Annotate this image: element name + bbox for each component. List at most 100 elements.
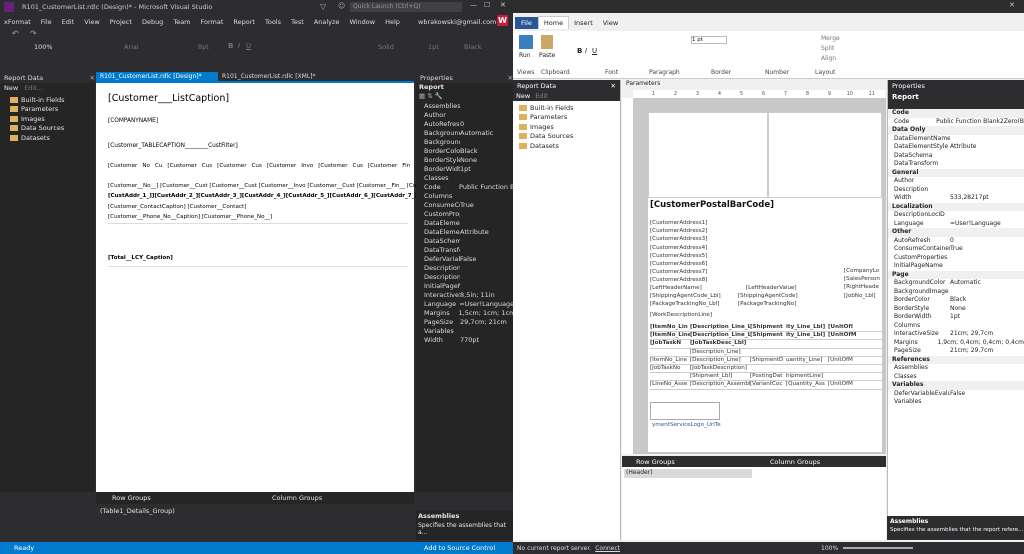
ribbon-tab-insert[interactable]: Insert bbox=[569, 17, 598, 29]
property-row[interactable]: BackgroundImage bbox=[888, 288, 1024, 297]
edit-button[interactable]: Edit... bbox=[24, 84, 43, 92]
property-row[interactable]: Assemblies bbox=[424, 102, 513, 111]
property-row[interactable]: CustomProp bbox=[424, 210, 513, 219]
property-row[interactable]: Description bbox=[888, 186, 1024, 195]
menu-tools[interactable]: Tools bbox=[265, 18, 281, 26]
tree-data-sources[interactable]: Data Sources bbox=[10, 124, 95, 134]
vs-design-surface[interactable]: [Customer___ListCaption] [COMPANYNAME] [… bbox=[96, 83, 422, 492]
table-detail-row[interactable]: [ItemNo_Line [Description_Line] [ShipmentD… bbox=[650, 357, 882, 365]
menu-window[interactable]: Window bbox=[349, 18, 375, 26]
property-row[interactable]: Assemblies bbox=[888, 364, 1024, 373]
zoom-slider[interactable] bbox=[843, 547, 913, 549]
property-row[interactable]: BorderWidth1pt bbox=[424, 165, 513, 174]
property-row[interactable]: AutoRefresh 0 bbox=[888, 237, 1024, 246]
total-caption-field[interactable]: [Total__LCY_Caption] bbox=[108, 255, 173, 261]
menu-format[interactable]: Format bbox=[201, 18, 224, 26]
run-button-label[interactable]: Run bbox=[519, 52, 531, 59]
table-detail-line1[interactable]: [Customer__No__] [Customer__Cust [Custom… bbox=[108, 183, 422, 189]
property-row[interactable]: DataSchema bbox=[424, 237, 513, 246]
underline-button[interactable]: U bbox=[592, 47, 597, 55]
account-badge-icon[interactable]: W bbox=[497, 15, 508, 26]
property-row[interactable]: Classes bbox=[424, 174, 513, 183]
table-header-row[interactable]: [ItemNo_Lin[Description_Line_Lbl][Shipme… bbox=[650, 324, 882, 333]
report-caption[interactable]: [Customer___ListCaption] bbox=[108, 93, 229, 104]
add-to-source-control[interactable]: Add to Source Control bbox=[424, 544, 495, 552]
edit-button[interactable]: Edit bbox=[535, 92, 548, 100]
user-account[interactable]: wbrakowski@gmail.com bbox=[418, 18, 496, 26]
property-row[interactable]: DataSchema bbox=[888, 152, 1024, 161]
bold-button[interactable]: B bbox=[577, 47, 582, 55]
menu-help[interactable]: Help bbox=[385, 18, 400, 26]
tree-parameters[interactable]: Parameters bbox=[519, 113, 620, 123]
menu-project[interactable]: Project bbox=[110, 18, 132, 26]
property-row[interactable]: Description bbox=[424, 264, 513, 273]
table-caption-field[interactable]: [Customer_TABLECAPTION________CustFilter… bbox=[108, 143, 238, 149]
new-button[interactable]: New bbox=[4, 84, 18, 92]
redo-icon[interactable]: ↷ bbox=[30, 29, 37, 38]
table-header-row[interactable]: [Customer No Cu [Customer Cus [Customer Cus [Cu… bbox=[108, 163, 412, 169]
menu-xformat[interactable]: xFormat bbox=[4, 18, 31, 26]
menu-test[interactable]: Test bbox=[291, 18, 304, 26]
property-row[interactable]: Margins 1,9cm; 0,4cm; 0,4cm; 0,4cm bbox=[888, 339, 1024, 348]
table-header-cell[interactable]: Cu bbox=[155, 163, 162, 169]
property-category[interactable]: Code bbox=[888, 109, 1024, 118]
filter-icon[interactable]: ▽ bbox=[320, 2, 326, 11]
italic-button[interactable]: I bbox=[585, 47, 587, 55]
bold-button[interactable]: B bbox=[228, 42, 233, 50]
property-category[interactable]: Other bbox=[888, 228, 1024, 237]
tree-parameters[interactable]: Parameters bbox=[10, 105, 95, 115]
table-detail-row[interactable]: [JobTaskNo [JobTaskDescription] bbox=[650, 365, 882, 374]
font-name-dropdown[interactable]: Arial bbox=[124, 43, 164, 51]
property-row[interactable]: Margins 1,5cm; 1cm; 1cm bbox=[424, 309, 513, 318]
property-row[interactable]: Language =User!Language bbox=[888, 220, 1024, 229]
properties-grid[interactable]: Assemblies Author AutoRefresh 0 Background Au… bbox=[416, 102, 513, 345]
property-category[interactable]: References bbox=[888, 355, 1024, 364]
property-row[interactable]: Width 770pt bbox=[424, 336, 513, 345]
table-header-cell[interactable]: Fin bbox=[402, 163, 410, 169]
row-group-detail[interactable]: (Header) bbox=[624, 469, 752, 478]
property-row[interactable]: CustomProperties bbox=[888, 254, 1024, 263]
table-header-cell[interactable]: [Customer bbox=[217, 163, 246, 169]
ship-line[interactable]: [ShippingAgentCode_Lbl] [ShippingAgentCod… bbox=[650, 293, 798, 301]
quick-launch-input[interactable]: Quick Launch (Ctrl+Q) bbox=[350, 2, 462, 12]
address-field[interactable]: [CustomerAddress1] bbox=[650, 220, 882, 228]
close-icon[interactable]: ✕ bbox=[611, 82, 616, 90]
property-row[interactable]: InteractiveSi8,5in; 11in bbox=[424, 291, 513, 300]
table-header-cell[interactable]: [Customer bbox=[318, 163, 347, 169]
table-detail-row[interactable]: [Shipment_Lbl] [PostingDat hipmentLine] bbox=[650, 373, 882, 382]
right-label-field[interactable]: [JobNo_Lbl] bbox=[844, 293, 880, 301]
close-button[interactable]: ✕ bbox=[500, 1, 506, 9]
table-header-cell[interactable]: [Customer bbox=[167, 163, 196, 169]
logo-url-field[interactable]: ymentServiceLogo_UrlTe bbox=[652, 422, 721, 428]
property-row[interactable]: AutoRefresh 0 bbox=[424, 120, 513, 129]
property-category[interactable]: Variables bbox=[888, 381, 1024, 390]
property-category[interactable]: Data Only bbox=[888, 126, 1024, 135]
property-row[interactable]: Author bbox=[888, 177, 1024, 186]
border-style-dropdown[interactable]: Solid bbox=[378, 43, 394, 51]
property-row[interactable]: DeferVariableEvaluatiFalse bbox=[888, 390, 1024, 399]
table-header-cell[interactable]: [Customer bbox=[267, 163, 296, 169]
company-name-field[interactable]: [COMPANYNAME] bbox=[108, 118, 158, 124]
property-row[interactable]: Language =User!Language bbox=[424, 300, 513, 309]
work-description-line[interactable]: [WorkDescriptionLine] bbox=[650, 312, 712, 320]
paste-icon[interactable] bbox=[541, 35, 553, 49]
property-category[interactable]: Page bbox=[888, 270, 1024, 279]
property-row[interactable]: PageSize 29,7cm; 21cm bbox=[424, 318, 513, 327]
border-color-dropdown[interactable]: Black bbox=[464, 43, 482, 51]
ribbon-tab-view[interactable]: View bbox=[598, 17, 623, 29]
property-row[interactable]: Width 533,28217pt bbox=[888, 194, 1024, 203]
run-icon[interactable] bbox=[519, 35, 533, 49]
property-row[interactable]: DataElementStyle Attribute bbox=[888, 143, 1024, 152]
tree-images[interactable]: Images bbox=[10, 114, 95, 124]
property-row[interactable]: Variables bbox=[888, 398, 1024, 407]
tree-built-in-fields[interactable]: Built-in Fields bbox=[519, 103, 620, 113]
table-header-cell[interactable]: [Customer bbox=[368, 163, 397, 169]
table-detail-line3[interactable]: [Customer_ContactCaption] [Customer__Con… bbox=[108, 204, 246, 210]
postal-barcode-field[interactable]: [CustomerPostalBarCode] bbox=[650, 200, 774, 210]
property-row[interactable]: DeferVariablFalse bbox=[424, 255, 513, 264]
property-row[interactable]: InteractiveSize 21cm; 29,7cm bbox=[888, 330, 1024, 339]
address-field[interactable]: [CustomerAddress3] bbox=[650, 236, 882, 244]
property-category[interactable]: Localization bbox=[888, 202, 1024, 211]
property-row[interactable]: BorderColor Black bbox=[424, 147, 513, 156]
header-box-right[interactable] bbox=[768, 112, 882, 198]
